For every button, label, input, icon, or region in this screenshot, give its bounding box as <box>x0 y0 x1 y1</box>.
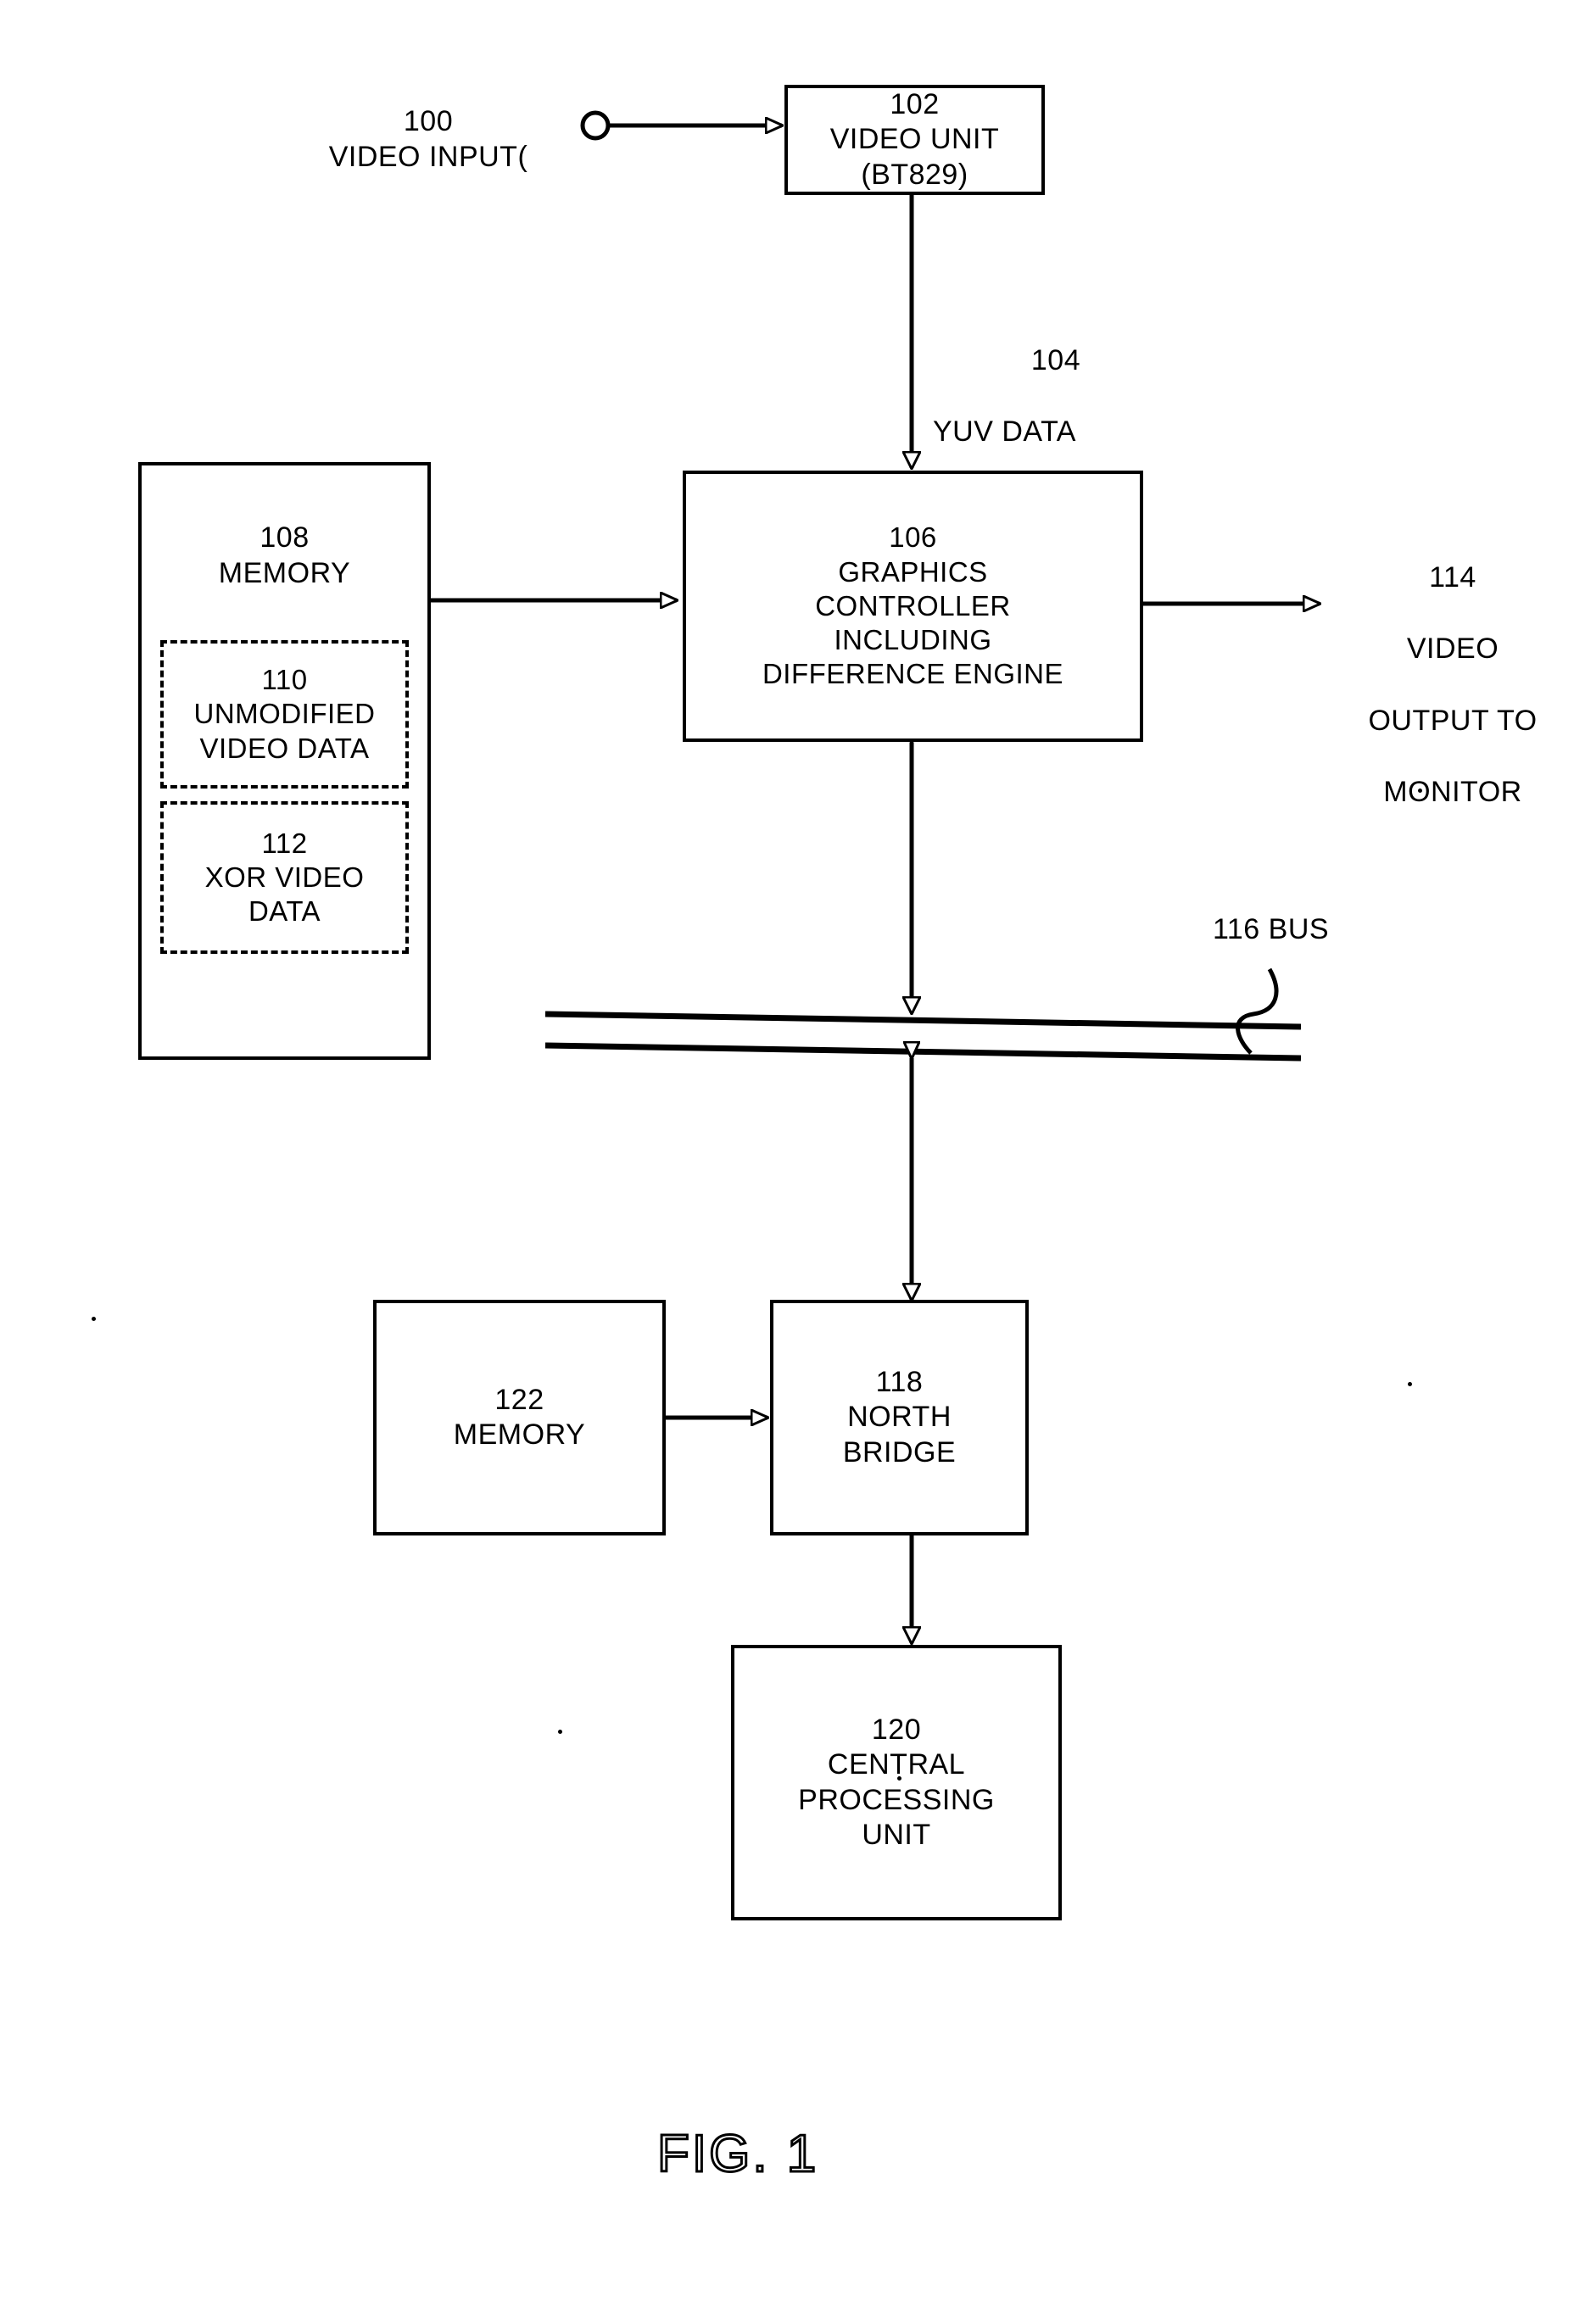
memory-122-box: 122 MEMORY <box>373 1300 666 1535</box>
video-output-line2: VIDEO <box>1406 633 1499 666</box>
graphics-controller-line5: DIFFERENCE ENGINE <box>762 658 1064 690</box>
patent-figure-page: 100 VIDEO INPUT( 102 VIDEO UNIT (BT829) … <box>0 0 1574 2324</box>
video-output-label: 114 VIDEO OUTPUT TO MONITOR <box>1331 524 1574 845</box>
memory-122-label: MEMORY <box>453 1418 586 1451</box>
yuv-data-ref: 104 <box>1030 344 1081 377</box>
video-output-ref: 114 <box>1429 561 1476 594</box>
bus-label-leader-line <box>1236 967 1279 1055</box>
unmodified-video-data-line3: VIDEO DATA <box>199 732 370 764</box>
video-unit-part-number: (BT829) <box>861 158 968 191</box>
graphics-controller-line2: GRAPHICS <box>838 555 988 588</box>
cpu-line3: PROCESSING <box>798 1783 995 1816</box>
video-input-label: 100 VIDEO INPUT( <box>328 105 528 174</box>
unmodified-video-data-ref: 110 <box>261 664 308 696</box>
cpu-ref: 120 <box>871 1713 922 1746</box>
scan-speck <box>1418 789 1422 793</box>
bus-label: 116 BUS <box>1213 913 1330 945</box>
connector-layer <box>0 110 1574 2324</box>
graphics-controller-line4: INCLUDING <box>834 624 992 656</box>
cpu-line4: UNIT <box>862 1818 931 1851</box>
figure-caption: FIG. 1 <box>656 2124 819 2185</box>
yuv-data-text: YUV DATA <box>933 415 1076 449</box>
memory-108-label: MEMORY <box>218 557 351 590</box>
graphics-controller-ref: 106 <box>889 521 937 554</box>
north-bridge-line3: BRIDGE <box>842 1435 957 1469</box>
xor-video-data-ref: 112 <box>261 827 308 859</box>
cpu-line2: CENTRAL <box>827 1748 966 1781</box>
scan-speck <box>558 1730 562 1734</box>
graphics-controller-box: 106 GRAPHICS CONTROLLER INCLUDING DIFFER… <box>683 471 1143 742</box>
xor-video-data-box: 112 XOR VIDEO DATA <box>160 801 409 954</box>
scan-speck <box>1408 1382 1412 1386</box>
north-bridge-ref: 118 <box>875 1365 924 1398</box>
xor-video-data-line2: XOR VIDEO <box>204 861 365 893</box>
cpu-box: 120 CENTRAL PROCESSING UNIT <box>731 1645 1062 1920</box>
unmodified-video-data-box: 110 UNMODIFIED VIDEO DATA <box>160 640 409 789</box>
xor-video-data-line3: DATA <box>248 895 321 928</box>
video-unit-label: VIDEO UNIT <box>829 123 1000 156</box>
video-output-line4: MONITOR <box>1383 776 1522 809</box>
graphics-controller-line3: CONTROLLER <box>815 589 1011 621</box>
yuv-data-label: 104 YUV DATA <box>933 307 1179 486</box>
video-unit-ref: 102 <box>890 87 940 120</box>
scan-speck <box>897 1776 901 1781</box>
scan-speck <box>92 1317 96 1321</box>
bus-rail-bottom <box>544 1042 1302 1062</box>
north-bridge-line2: NORTH <box>847 1401 952 1434</box>
video-unit-box: 102 VIDEO UNIT (BT829) <box>784 85 1045 195</box>
memory-108-ref: 108 <box>260 521 310 554</box>
unmodified-video-data-line2: UNMODIFIED <box>193 698 376 730</box>
memory-122-ref: 122 <box>494 1383 544 1416</box>
memory-108-title: 108 MEMORY <box>219 520 350 591</box>
video-output-line3: OUTPUT TO <box>1368 704 1538 737</box>
bus-rail-top <box>544 1011 1302 1030</box>
north-bridge-box: 118 NORTH BRIDGE <box>770 1300 1029 1535</box>
